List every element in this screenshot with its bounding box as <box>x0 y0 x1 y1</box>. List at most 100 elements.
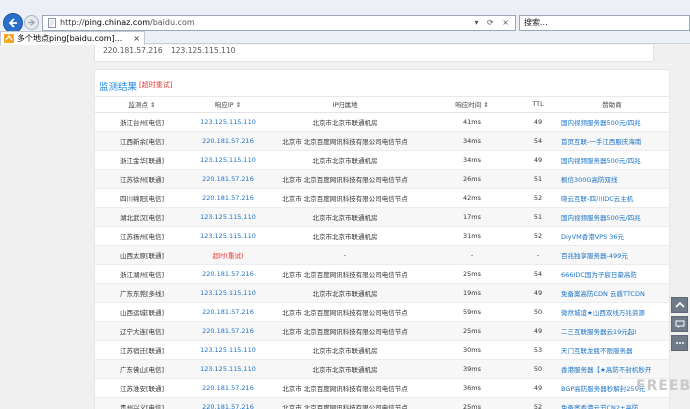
cell-response-time: 36ms <box>423 378 521 398</box>
cell-sponsor[interactable]: 国内视频服务器500元/四兆 <box>555 207 669 227</box>
summary-ip-2: 123.125.115.110 <box>171 46 236 55</box>
cell-response-time: 42ms <box>423 188 521 208</box>
cell-response-time: 26ms <box>423 169 521 189</box>
url-text: http://ping.chinaz.com/baidu.com <box>60 18 195 27</box>
cell-ip-region: 北京市 北京百度网讯科技有限公司电信节点 <box>267 264 423 284</box>
cell-sponsor[interactable]: 枫信300G高防双线 <box>555 169 669 189</box>
cell-response-ip[interactable]: 220.181.57.216 <box>189 302 267 322</box>
cell-location: 江西新余[电信] <box>95 131 189 151</box>
forward-button[interactable] <box>24 15 39 30</box>
cell-ip-region: 北京市北京市联通机房 <box>267 226 423 246</box>
timeout-retry-link[interactable]: [超时重试] <box>139 80 172 90</box>
col-header-sponsor: 赞助商 <box>555 97 669 113</box>
table-row: 浙江台州[电信] 123.125.115.110 北京市北京市联通机房 41ms 49 国… <box>95 112 669 132</box>
cell-response-ip[interactable]: 220.181.57.216 <box>189 378 267 398</box>
cell-sponsor[interactable]: 天门互联龙瓶不限服务器 <box>555 340 669 360</box>
cell-location: 贵州兴义[电信] <box>95 397 189 409</box>
cell-location: 江苏淮安[联通] <box>95 378 189 398</box>
cell-response-time: 59ms <box>423 302 521 322</box>
feedback-button[interactable] <box>671 316 688 332</box>
tab-close-icon[interactable]: × <box>133 32 140 45</box>
cell-ip-region: 北京市 北京百度网讯科技有限公司电信节点 <box>267 378 423 398</box>
cell-ttl: 50 <box>521 302 555 322</box>
results-title: 监测结果 <box>99 82 138 93</box>
col-header-location[interactable]: 监测点 ⇕ <box>95 97 189 113</box>
cell-sponsor[interactable]: 微然城谊★山西双线万兆资源 <box>555 302 669 322</box>
cell-ttl: - <box>521 245 555 265</box>
cell-response-ip[interactable]: 123.125.115.110 <box>189 359 267 379</box>
cell-ttl: 50 <box>521 359 555 379</box>
cell-response-ip[interactable]: 超时(重试) <box>189 245 267 265</box>
tab-title: 多个地点ping[baidu.com]... <box>17 34 123 43</box>
table-row: 湖北武汉[电信] 123.125.115.110 北京市北京市联通机房 17ms 51 国… <box>95 207 669 227</box>
table-row: 山西太原[联通] 超时(重试) - - - 百兆独享服务器-499元 <box>95 245 669 265</box>
cell-response-time: 41ms <box>423 112 521 132</box>
more-button[interactable] <box>671 335 688 351</box>
cell-location: 湖北武汉[电信] <box>95 207 189 227</box>
comment-icon <box>675 320 684 328</box>
cell-sponsor[interactable]: 二三互联服务器云19元起! <box>555 321 669 341</box>
cell-location: 广东佛山[电信] <box>95 359 189 379</box>
cell-ttl: 49 <box>521 150 555 170</box>
summary-ip-1: 220.181.57.216 <box>103 46 163 55</box>
cell-sponsor[interactable]: 香港服务器【★高防不封机秒开 <box>555 359 669 379</box>
cell-response-ip[interactable]: 123.125.115.110 <box>189 226 267 246</box>
cell-ip-region: 北京市 北京百度网讯科技有限公司电信节点 <box>267 397 423 409</box>
cell-response-ip[interactable]: 220.181.57.216 <box>189 321 267 341</box>
cell-ip-region: 北京市 北京百度网讯科技有限公司电信节点 <box>267 188 423 208</box>
cell-ip-region: 北京市 北京百度网讯科技有限公司电信节点 <box>267 321 423 341</box>
cell-response-ip[interactable]: 123.125.115.110 <box>189 112 267 132</box>
more-dots-icon <box>675 342 684 344</box>
cell-ttl: 52 <box>521 397 555 409</box>
cell-ttl: 49 <box>521 378 555 398</box>
cell-response-ip[interactable]: 123.125.115.110 <box>189 340 267 360</box>
cell-sponsor[interactable]: DiyVM香港VPS 36元 <box>555 226 669 246</box>
scroll-top-button[interactable] <box>671 297 688 313</box>
cell-location: 浙江湖州[电信] <box>95 264 189 284</box>
watermark-text: FREEBUF <box>636 378 690 394</box>
table-row: 辽宁大连[电信] 220.181.57.216 北京市 北京百度网讯科技有限公司电信… <box>95 321 669 341</box>
cell-response-ip[interactable]: 220.181.57.216 <box>189 131 267 151</box>
cell-response-ip[interactable]: 123.125.115.110 <box>189 150 267 170</box>
cell-sponsor[interactable]: 百兆独享服务器-499元 <box>555 245 669 265</box>
cell-response-time: 39ms <box>423 359 521 379</box>
table-row: 江苏宿迁[联通] 123.125.115.110 北京市北京市联通机房 30ms 53 天… <box>95 340 669 360</box>
cell-sponsor[interactable]: 666IDC国为子宸日豪高防 <box>555 264 669 284</box>
cell-response-ip[interactable]: 220.181.57.216 <box>189 169 267 189</box>
cell-ip-region: 北京市 北京百度网讯科技有限公司电信节点 <box>267 131 423 151</box>
cell-location: 江苏徐州[联通] <box>95 169 189 189</box>
cell-location: 山西运城[联通] <box>95 302 189 322</box>
cell-ttl: 54 <box>521 264 555 284</box>
cell-sponsor[interactable]: 国内视频服务器500元/四兆 <box>555 150 669 170</box>
col-header-time[interactable]: 响应时间 ⇕ <box>423 97 521 113</box>
cell-sponsor[interactable]: 晓云互联-四川IDC云主机 <box>555 188 669 208</box>
cell-response-ip[interactable]: 220.181.57.216 <box>189 188 267 208</box>
cell-response-time: 31ms <box>423 226 521 246</box>
cell-sponsor[interactable]: 首页互联-一手江西服庆海南 <box>555 131 669 151</box>
cell-response-ip[interactable]: 123.125.115.110 <box>189 207 267 227</box>
cell-response-ip[interactable]: 220.181.57.216 <box>189 397 267 409</box>
table-row: 贵州兴义[电信] 220.181.57.216 北京市 北京百度网讯科技有限公司电信… <box>95 397 669 409</box>
cell-sponsor[interactable]: 国内视频服务器500元/四兆 <box>555 112 669 132</box>
address-bar[interactable]: http://ping.chinaz.com/baidu.com ▾ ⟳ × <box>42 15 516 31</box>
address-controls[interactable]: ▾ ⟳ × <box>474 16 512 30</box>
cell-sponsor[interactable]: 免备案高防CDN 云盾TTCDN <box>555 283 669 303</box>
page-content: 220.181.57.216 123.125.115.110 监测结果 [超时重… <box>0 45 690 409</box>
col-header-ip[interactable]: 响应IP ⇕ <box>189 97 267 113</box>
back-button[interactable] <box>3 13 23 33</box>
tab-active[interactable]: 多个地点ping[baidu.com]... × <box>0 31 145 45</box>
cell-response-time: - <box>423 245 521 265</box>
cell-response-ip[interactable]: 220.181.57.216 <box>189 264 267 284</box>
search-input[interactable]: 搜索... <box>519 15 690 31</box>
cell-ttl: 51 <box>521 207 555 227</box>
table-row: 江西新余[电信] 220.181.57.216 北京市 北京百度网讯科技有限公司电信… <box>95 131 669 151</box>
cell-ip-region: 北京市 北京百度网讯科技有限公司电信节点 <box>267 169 423 189</box>
table-row: 广东佛山[电信] 123.125.115.110 北京市北京市联通机房 39ms 50 香… <box>95 359 669 379</box>
cell-response-time: 30ms <box>423 340 521 360</box>
cell-response-ip[interactable]: 123.125.115.110 <box>189 283 267 303</box>
cell-sponsor[interactable]: 免备案香港云节CN2+高防 <box>555 397 669 409</box>
col-header-region: IP归属地 <box>267 97 423 113</box>
cell-location: 辽宁大连[电信] <box>95 321 189 341</box>
cell-response-time: 34ms <box>423 131 521 151</box>
chevron-up-icon <box>674 301 685 308</box>
